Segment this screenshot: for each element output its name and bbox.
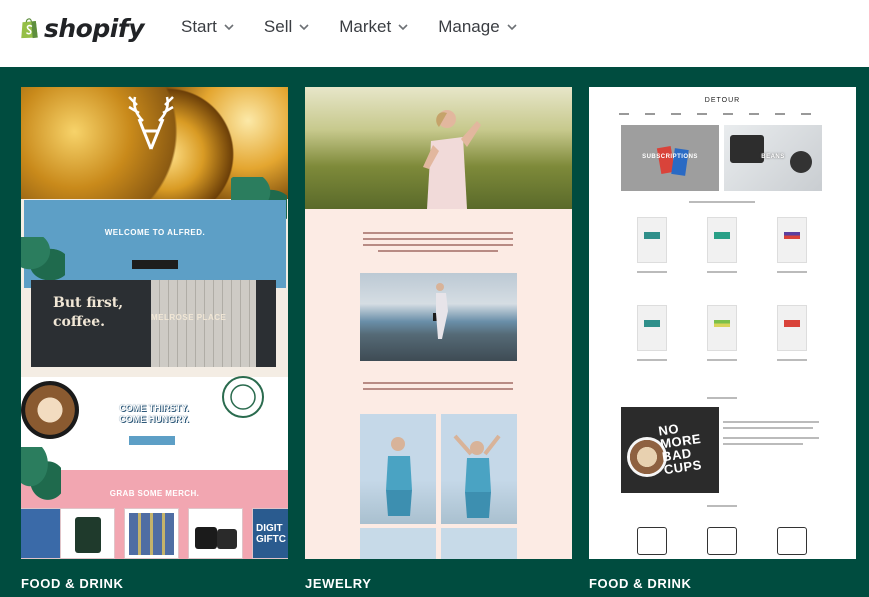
giftcard-label: DIGIT GIFTC: [256, 523, 286, 545]
detour-brand: DETOUR: [704, 97, 741, 104]
no-more-bad-cups-heading: NO MORE BAD CUPS: [657, 420, 703, 478]
beans-tile: BEANS: [724, 125, 822, 191]
top-nav-bar: shopify Start Sell Market Manage: [0, 0, 869, 67]
section-title: [707, 397, 737, 399]
chevron-down-icon: [224, 24, 234, 31]
coffee-bag-product: [777, 305, 807, 351]
nav-sell-label: Sell: [263, 17, 293, 36]
tile-wall-image: [151, 280, 256, 367]
leaf-decoration: [21, 447, 61, 503]
merch-section: GRAB SOME MERCH. DIGIT GIFTC: [21, 470, 288, 559]
subscriptions-tile: SUBSCRIPTIONS: [621, 125, 719, 191]
nav-manage-label: Manage: [438, 17, 500, 36]
menu-button: [129, 436, 175, 445]
dancer-photo: [360, 414, 436, 524]
nav-market[interactable]: Market: [339, 16, 408, 38]
card-label-jewelry[interactable]: JEWELRY: [305, 576, 372, 591]
antler-logo-icon: [128, 96, 174, 150]
melrose-section: But first, coffee. MELROSE PLACE: [31, 280, 276, 367]
dancer-figure-image: [453, 434, 501, 518]
chevron-down-icon: [507, 24, 517, 31]
product-tile: [60, 508, 115, 559]
store-menu: [619, 113, 826, 115]
shopify-wordmark: shopify: [44, 13, 145, 43]
nav-market-label: Market: [339, 17, 392, 36]
text-line: [723, 443, 803, 445]
welcome-heading: WELCOME TO ALFRED.: [104, 228, 206, 237]
product-price: [707, 271, 737, 273]
text-line: [363, 382, 513, 384]
merch-heading: GRAB SOME MERCH.: [109, 489, 200, 498]
coffee-bag-product: [707, 305, 737, 351]
section-title: [707, 505, 737, 507]
coffee-bag-product: [707, 217, 737, 263]
brew-sketch-icon: [637, 527, 667, 555]
no-more-bad-cups-banner: NO MORE BAD CUPS: [621, 407, 719, 493]
shopify-logo[interactable]: shopify: [20, 10, 145, 46]
text-line: [363, 244, 513, 246]
dancer-photo: [360, 528, 436, 559]
subscriptions-label: SUBSCRIPTIONS: [642, 154, 698, 160]
product-price: [637, 271, 667, 273]
brew-sketch-icon: [777, 527, 807, 555]
product-price: [777, 359, 807, 361]
product-tile: [188, 508, 243, 559]
text-line: [723, 427, 813, 429]
nav-sell[interactable]: Sell: [264, 16, 309, 38]
badge-stamp-icon: [222, 376, 264, 418]
beans-label: BEANS: [761, 154, 785, 160]
text-line: [723, 421, 819, 423]
hero-image: [305, 87, 572, 209]
chevron-down-icon: [299, 24, 309, 31]
nav-start[interactable]: Start: [181, 16, 234, 38]
coffee-bag-product: [777, 217, 807, 263]
text-line: [363, 238, 513, 240]
product-price: [707, 359, 737, 361]
card-label-food-drink-2[interactable]: FOOD & DRINK: [589, 576, 692, 591]
text-line: [378, 250, 498, 252]
coffee-bag-product: [637, 305, 667, 351]
dancer-figure-image: [386, 437, 412, 516]
theme-card-food-drink-alfred[interactable]: WELCOME TO ALFRED. But first, coffee. ME…: [21, 87, 288, 559]
nav-manage[interactable]: Manage: [438, 16, 517, 38]
leaf-decoration: [21, 237, 65, 283]
shopify-bag-icon: [21, 18, 38, 39]
brew-sketch-icon: [707, 527, 737, 555]
theme-gallery: WELCOME TO ALFRED. But first, coffee. ME…: [0, 67, 869, 597]
dancer-figure-image: [436, 283, 448, 339]
product-tile-giftcard: DIGIT GIFTC: [252, 508, 288, 559]
text-line: [363, 388, 513, 390]
coffee-bags-image: [671, 148, 689, 176]
learn-more-button: [132, 260, 178, 269]
come-thirsty-heading: COME THIRSTY. COME HUNGRY.: [119, 403, 189, 424]
video-block: [360, 273, 517, 361]
product-price: [637, 359, 667, 361]
card-label-food-drink[interactable]: FOOD & DRINK: [21, 576, 124, 591]
text-line: [723, 437, 819, 439]
main-nav: Start Sell Market Manage: [181, 16, 517, 38]
chevron-down-icon: [398, 24, 408, 31]
dancer-photo: [441, 414, 517, 524]
coffee-bag-product: [637, 217, 667, 263]
theme-card-food-drink-detour[interactable]: DETOUR SUBSCRIPTIONS BEANS NO MORE BAD C…: [589, 87, 856, 559]
nav-start-label: Start: [181, 17, 217, 36]
woman-in-field-image: [423, 110, 481, 209]
section-title: [689, 201, 755, 203]
latte-cup-image: [21, 381, 79, 439]
but-first-coffee-heading: But first, coffee.: [53, 295, 124, 330]
product-tile: [124, 508, 179, 559]
melrose-place-heading: MELROSE PLACE: [151, 313, 227, 322]
text-line: [363, 232, 513, 234]
theme-card-jewelry[interactable]: [305, 87, 572, 559]
product-price: [777, 271, 807, 273]
dancer-photo: [441, 528, 517, 559]
